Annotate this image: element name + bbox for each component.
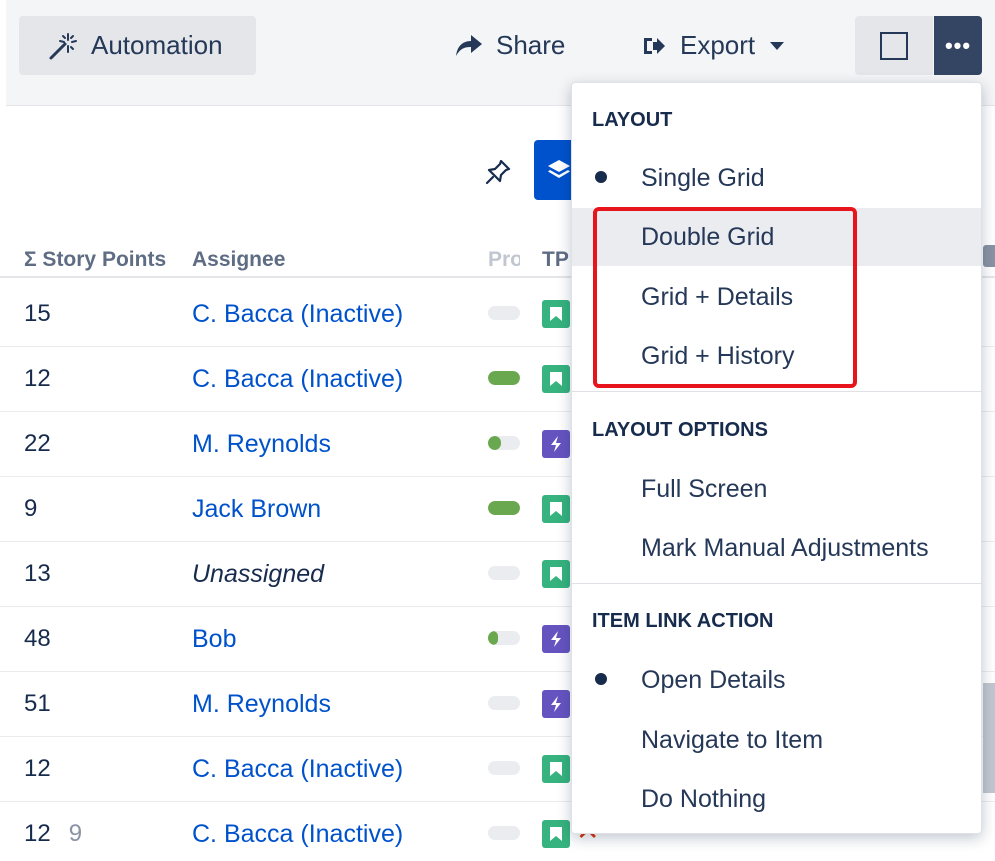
progress-bar [488, 371, 520, 385]
caret-down-icon [770, 41, 785, 50]
automation-button[interactable]: Automation [19, 16, 256, 75]
menu-item-label: Single Grid [641, 163, 765, 192]
assignee-link[interactable]: C. Bacca (Inactive) [192, 820, 403, 849]
more-dots-icon: ••• [944, 32, 972, 58]
progress-bar [488, 501, 520, 515]
epic-icon [542, 690, 570, 718]
menu-item-label: Mark Manual Adjustments [641, 533, 929, 562]
story-icon [542, 495, 570, 523]
assignee-link[interactable]: C. Bacca (Inactive) [192, 365, 403, 394]
progress-bar [488, 761, 520, 775]
column-header-type[interactable]: TP [542, 248, 574, 272]
story-points-cell: 12 9 [24, 820, 82, 848]
story-icon [542, 365, 570, 393]
selected-dot-icon [595, 171, 607, 183]
story-points-cell: 48 [24, 625, 51, 652]
story-points-cell: 51 [24, 690, 51, 717]
menu-item-grid-history[interactable]: Grid + History [572, 327, 981, 385]
menu-divider [572, 391, 981, 392]
column-header-story-points[interactable]: Σ Story Points [24, 248, 166, 272]
assignee-link[interactable]: C. Bacca (Inactive) [192, 755, 403, 784]
scrollbar-thumb[interactable] [983, 683, 995, 793]
story-points-cell: 22 [24, 430, 51, 457]
square-window-icon [880, 31, 908, 60]
export-button[interactable]: Export [642, 16, 785, 75]
menu-item-label: Double Grid [641, 222, 775, 251]
story-points-cell: 13 [24, 560, 51, 587]
assignee-link[interactable]: C. Bacca (Inactive) [192, 300, 403, 329]
menu-divider [572, 583, 981, 584]
menu-item-label: Grid + Details [641, 282, 794, 311]
column-header-assignee[interactable]: Assignee [192, 248, 332, 272]
section-title-layout-options: LAYOUT OPTIONS [592, 419, 768, 441]
epic-icon [542, 430, 570, 458]
menu-item-single-grid[interactable]: Single Grid [572, 149, 981, 207]
menu-item-label: Do Nothing [641, 784, 767, 813]
assignee-unassigned: Unassigned [192, 560, 325, 588]
assignee-link[interactable]: Bob [192, 625, 236, 654]
section-title-item-link-action: ITEM LINK ACTION [592, 610, 774, 632]
progress-bar [488, 566, 520, 580]
story-icon [542, 755, 570, 783]
progress-bar [488, 696, 520, 710]
more-options-menu: LAYOUT Single Grid Double Grid Grid + De… [571, 82, 982, 834]
export-label: Export [680, 30, 756, 60]
story-icon [542, 300, 570, 328]
progress-bar [488, 826, 520, 840]
menu-item-do-nothing[interactable]: Do Nothing [572, 770, 981, 828]
share-arrow-icon [456, 34, 482, 56]
column-header-progress[interactable]: Progress [488, 248, 520, 272]
layers-icon [548, 160, 570, 178]
story-points-cell: 15 [24, 300, 51, 327]
menu-item-label: Grid + History [641, 341, 795, 370]
magic-wand-icon [49, 32, 77, 59]
story-points-cell: 12 [24, 755, 51, 782]
story-points-cell: 9 [24, 495, 38, 522]
progress-bar [488, 631, 520, 645]
share-button[interactable]: Share [454, 16, 565, 75]
share-label: Share [496, 30, 566, 60]
more-options-button[interactable]: ••• [934, 16, 982, 75]
story-icon [542, 820, 570, 848]
progress-bar [488, 436, 520, 450]
epic-icon [542, 625, 570, 653]
assignee-link[interactable]: M. Reynolds [192, 690, 331, 719]
menu-item-open-details[interactable]: Open Details [572, 651, 981, 709]
story-points-sub-value: 9 [68, 820, 83, 847]
window-layout-button[interactable] [855, 16, 933, 75]
assignee-link[interactable]: Jack Brown [192, 495, 321, 524]
menu-item-double-grid[interactable]: Double Grid [572, 208, 981, 266]
export-icon [644, 37, 665, 54]
menu-item-label: Full Screen [641, 474, 768, 503]
section-title-layout: LAYOUT [592, 109, 673, 131]
selected-dot-icon [595, 673, 607, 685]
menu-item-grid-details[interactable]: Grid + Details [572, 268, 981, 326]
automation-label: Automation [91, 30, 223, 60]
menu-item-mark-manual-adjustments[interactable]: Mark Manual Adjustments [572, 519, 981, 577]
add-column-icon[interactable] [983, 245, 995, 267]
menu-item-full-screen[interactable]: Full Screen [572, 460, 981, 518]
assignee-link[interactable]: M. Reynolds [192, 430, 331, 459]
pin-icon[interactable] [484, 158, 512, 191]
story-icon [542, 560, 570, 588]
menu-item-label: Navigate to Item [641, 725, 824, 754]
story-points-cell: 12 [24, 365, 51, 392]
menu-item-label: Open Details [641, 665, 786, 694]
menu-item-navigate-to-item[interactable]: Navigate to Item [572, 711, 981, 769]
progress-bar [488, 306, 520, 320]
story-points-value: 12 [24, 820, 51, 847]
